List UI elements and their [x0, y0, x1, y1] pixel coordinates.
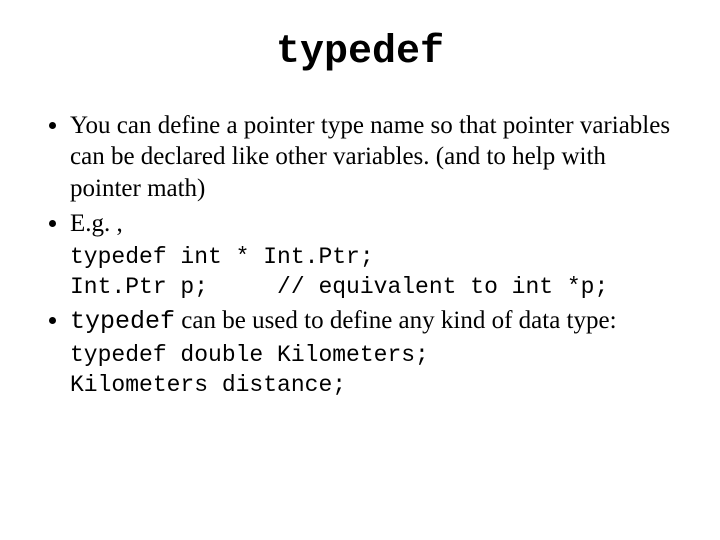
bullet-item: E.g. , — [70, 208, 680, 239]
bullet-list: You can define a pointer type name so th… — [40, 110, 680, 239]
bullet-text: can be used to define any kind of data t… — [175, 307, 617, 334]
code-block: typedef double Kilometers; Kilometers di… — [70, 341, 680, 401]
code-line: typedef double Kilometers; — [70, 342, 429, 368]
bullet-item: typedef can be used to define any kind o… — [70, 305, 680, 337]
inline-code: typedef — [70, 307, 175, 336]
bullet-item: You can define a pointer type name so th… — [70, 110, 680, 204]
code-line: typedef int * Int.Ptr; — [70, 244, 374, 270]
slide-title: typedef — [40, 30, 680, 75]
code-block: typedef int * Int.Ptr; Int.Ptr p; // equ… — [70, 243, 680, 303]
slide: typedef You can define a pointer type na… — [0, 0, 720, 540]
code-line: Kilometers distance; — [70, 372, 346, 398]
bullet-list: typedef can be used to define any kind o… — [40, 305, 680, 337]
code-line: Int.Ptr p; // equivalent to int *p; — [70, 274, 608, 300]
